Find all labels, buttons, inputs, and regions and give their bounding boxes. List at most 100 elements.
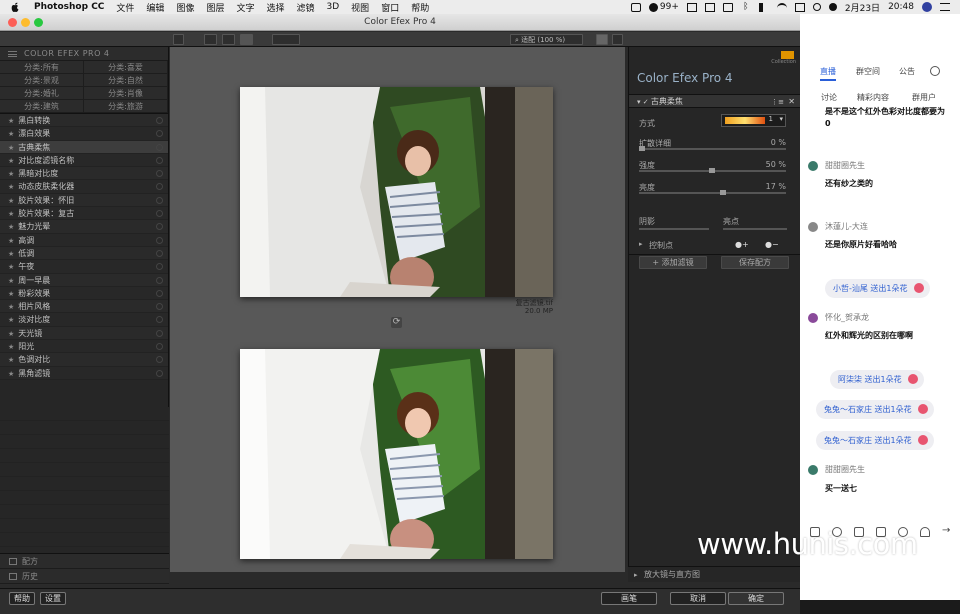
menu-3d[interactable]: 3D (327, 2, 340, 12)
ok-button[interactable]: 确定 (728, 592, 784, 605)
split-view-button[interactable] (222, 34, 235, 45)
filter-item[interactable]: ★ 古典柔焦 (0, 140, 168, 154)
cancel-button[interactable]: 取消 (670, 592, 726, 605)
info-icon[interactable] (156, 249, 163, 257)
panel-toggle-button[interactable] (173, 34, 184, 45)
menu-file[interactable]: 文件 (116, 1, 134, 14)
star-icon[interactable]: ★ (8, 157, 14, 165)
filter-item[interactable]: ★ 胶片效果：复古 (0, 207, 168, 221)
remove-point-icon[interactable]: ●− (765, 240, 779, 249)
settings-button[interactable]: 设置 (40, 592, 66, 605)
zoom-button[interactable] (34, 18, 43, 27)
notification-badge[interactable]: 99+ (648, 2, 679, 12)
menu-edit[interactable]: 编辑 (146, 1, 164, 14)
category-portrait[interactable]: 分类:肖像 (84, 87, 168, 100)
info-icon[interactable] (156, 210, 163, 218)
info-icon[interactable] (156, 170, 163, 178)
star-icon[interactable]: ★ (8, 263, 14, 271)
menu-icon[interactable] (8, 51, 17, 57)
star-icon[interactable]: ★ (8, 356, 14, 364)
star-icon[interactable]: ★ (8, 144, 14, 152)
menu-view[interactable]: 视图 (351, 1, 369, 14)
category-favorites[interactable]: 分类:喜爱 (84, 61, 168, 74)
filter-item[interactable]: ★ 漂白效果 (0, 127, 168, 141)
filter-item[interactable]: ★ 黑白转换 (0, 114, 168, 128)
shadow-slider[interactable] (639, 228, 709, 230)
chat-username[interactable]: 甜甜圈先生 (825, 464, 865, 475)
star-icon[interactable]: ★ (8, 316, 14, 324)
filter-item[interactable]: ★ 动态皮肤柔化器 (0, 180, 168, 194)
info-icon[interactable] (156, 156, 163, 164)
menu-type[interactable]: 文字 (236, 1, 254, 14)
zoom-select[interactable]: ⌕ 适配 (100 %) (510, 34, 583, 45)
battery-icon[interactable] (722, 2, 733, 12)
arrow-right-icon[interactable]: → (942, 525, 950, 536)
keyboard-icon[interactable] (794, 2, 805, 12)
info-icon[interactable] (156, 343, 163, 351)
preview-image-filtered[interactable] (240, 87, 553, 297)
info-icon[interactable] (156, 356, 163, 364)
category-wedding[interactable]: 分类:婚礼 (0, 87, 84, 100)
star-icon[interactable]: ★ (8, 330, 14, 338)
tab-live[interactable]: 直播 (820, 66, 836, 81)
menu-filter[interactable]: 滤镜 (297, 1, 315, 14)
section-menu-icon[interactable]: ⋮≡ (771, 95, 784, 109)
star-icon[interactable]: ★ (8, 303, 14, 311)
menu-list-icon[interactable] (940, 3, 950, 11)
filter-item[interactable]: ★ 午夜 (0, 260, 168, 274)
apple-icon[interactable] (10, 2, 20, 12)
filter-section-header[interactable]: ▾ ✓ 古典柔焦 ⋮≡ ✕ (629, 94, 800, 108)
star-icon[interactable]: ★ (8, 277, 14, 285)
close-button[interactable] (8, 18, 17, 27)
category-travel[interactable]: 分类:旅游 (84, 100, 168, 113)
side-by-side-button[interactable] (240, 34, 253, 45)
info-icon[interactable] (156, 223, 163, 231)
category-all[interactable]: 分类:所有 (0, 61, 84, 74)
menu-window[interactable]: 窗口 (381, 1, 399, 14)
history-tab[interactable]: 历史 (0, 569, 169, 584)
info-icon[interactable] (156, 316, 163, 324)
filter-item[interactable]: ★ 相片风格 (0, 300, 168, 314)
info-icon[interactable] (156, 303, 163, 311)
filter-item[interactable]: ★ 低调 (0, 246, 168, 261)
info-icon[interactable] (156, 369, 163, 377)
filter-item[interactable]: ★ 周一早晨 (0, 273, 168, 287)
menu-help[interactable]: 帮助 (411, 1, 429, 14)
filter-item[interactable]: ★ 黑暗对比度 (0, 167, 168, 181)
star-icon[interactable]: ★ (8, 183, 14, 191)
right-panel-toggle-button[interactable] (612, 34, 623, 45)
record-icon[interactable] (630, 2, 641, 12)
filter-item[interactable]: ★ 对比度滤镜名称 (0, 153, 168, 168)
info-icon[interactable] (156, 289, 163, 297)
add-filter-button[interactable]: + 添加滤镜 (639, 256, 707, 269)
user-icon[interactable] (828, 3, 837, 11)
minimize-button[interactable] (21, 18, 30, 27)
brightness-slider[interactable] (639, 192, 786, 194)
category-landscape[interactable]: 分类:景观 (0, 74, 84, 87)
single-view-button[interactable] (204, 34, 217, 45)
collapse-icon[interactable]: ▾ ✓ (637, 98, 651, 106)
filter-item[interactable]: ★ 胶片效果：怀旧 (0, 193, 168, 208)
info-icon[interactable] (156, 276, 163, 284)
subtab-members[interactable]: 群用户 (912, 92, 936, 103)
method-select[interactable]: 1 ▾ (721, 114, 786, 127)
date[interactable]: 2月23日 (845, 1, 880, 14)
slider-handle[interactable] (709, 168, 715, 173)
star-icon[interactable]: ★ (8, 290, 14, 298)
highlight-slider[interactable] (723, 228, 787, 230)
app-icon[interactable] (686, 2, 697, 12)
avatar[interactable] (808, 161, 818, 171)
slider-handle[interactable] (720, 190, 726, 195)
star-icon[interactable]: ★ (8, 197, 14, 205)
help-button[interactable]: 帮助 (9, 592, 35, 605)
avatar[interactable] (922, 2, 932, 12)
filter-item[interactable]: ★ 黑角滤镜 (0, 366, 168, 380)
info-icon[interactable] (156, 263, 163, 271)
star-icon[interactable]: ★ (8, 170, 14, 178)
star-icon[interactable]: ★ (8, 117, 14, 125)
filter-item[interactable]: ★ 淡对比度 (0, 313, 168, 327)
add-point-icon[interactable]: ●+ (735, 240, 749, 249)
subtab-highlights[interactable]: 精彩内容 (857, 92, 889, 103)
slider-handle[interactable] (639, 146, 645, 151)
star-icon[interactable]: ★ (8, 210, 14, 218)
